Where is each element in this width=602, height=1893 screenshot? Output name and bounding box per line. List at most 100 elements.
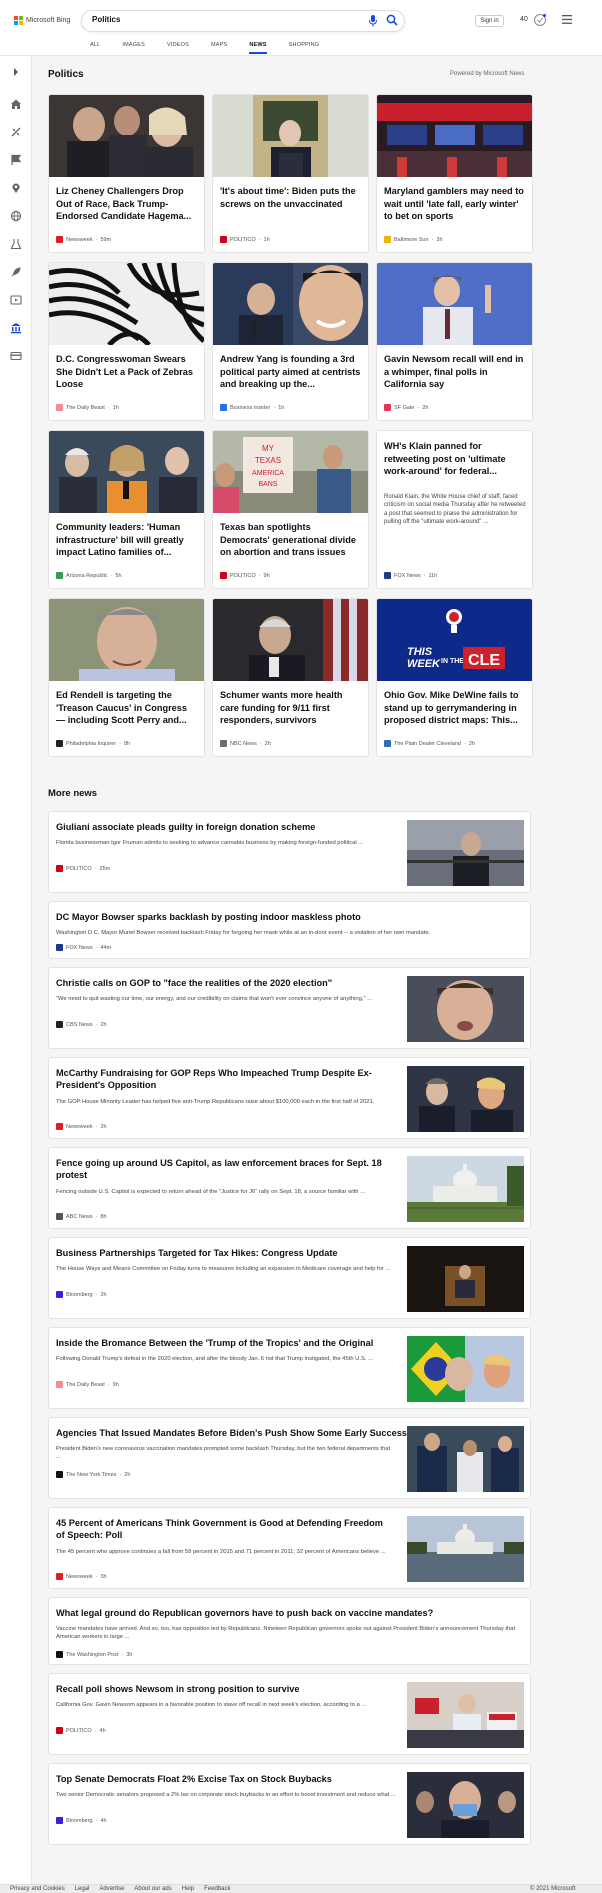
menu-icon[interactable]: [562, 15, 572, 24]
newsweek-logo-icon: [56, 236, 63, 243]
card-title[interactable]: Texas ban spotlights Democrats' generati…: [220, 521, 362, 559]
news-card[interactable]: Ed Rendell is targeting the 'Treason Cau…: [48, 598, 205, 757]
tab-shopping[interactable]: SHOPPING: [289, 42, 320, 56]
news-list-item[interactable]: Fence going up around US Capitol, as law…: [48, 1147, 531, 1229]
card-title[interactable]: Ohio Gov. Mike DeWine fails to stand up …: [384, 689, 526, 727]
card-title[interactable]: Liz Cheney Challengers Drop Out of Race,…: [56, 185, 198, 223]
news-source: Bloomberg · 2h: [56, 1291, 107, 1298]
location-icon[interactable]: [10, 182, 22, 194]
arizona-republic-logo-icon: [56, 572, 63, 579]
news-card[interactable]: Schumer wants more health care funding f…: [212, 598, 369, 757]
news-card[interactable]: THIS WEEK IN THE CLE Ohio Gov. Mike DeWi…: [376, 598, 533, 757]
card-source: Philadelphia Inquirer · 8h: [56, 740, 130, 747]
news-title[interactable]: Recall poll shows Newsom in strong posit…: [56, 1683, 300, 1695]
science-icon[interactable]: [10, 238, 22, 250]
news-card[interactable]: Gavin Newsom recall will end in a whimpe…: [376, 262, 533, 421]
news-title[interactable]: What legal ground do Republican governor…: [56, 1607, 433, 1619]
news-card[interactable]: Andrew Yang is founding a 3rd political …: [212, 262, 369, 421]
tab-all[interactable]: ALL: [90, 42, 100, 56]
tab-news[interactable]: NEWS: [249, 42, 267, 56]
card-source: Business Insider · 1h: [220, 404, 284, 411]
card-image: [213, 263, 368, 345]
footer-link-legal[interactable]: Legal: [75, 1886, 90, 1892]
rocket-icon[interactable]: [10, 266, 22, 278]
news-card[interactable]: Liz Cheney Challengers Drop Out of Race,…: [48, 94, 205, 253]
news-card[interactable]: Maryland gamblers may need to wait until…: [376, 94, 533, 253]
rewards-icon[interactable]: [533, 13, 547, 27]
news-list-item[interactable]: What legal ground do Republican governor…: [48, 1597, 531, 1665]
news-title[interactable]: 45 Percent of Americans Think Government…: [56, 1517, 386, 1541]
card-title[interactable]: Schumer wants more health care funding f…: [220, 689, 362, 727]
card-title[interactable]: 'It's about time': Biden puts the screws…: [220, 185, 362, 210]
news-title[interactable]: Agencies That Issued Mandates Before Bid…: [56, 1427, 407, 1439]
news-title[interactable]: DC Mayor Bowser sparks backlash by posti…: [56, 911, 361, 923]
abc-news-logo-icon: [56, 1213, 63, 1220]
card-icon[interactable]: [10, 350, 22, 362]
news-list-item[interactable]: Agencies That Issued Mandates Before Bid…: [48, 1417, 531, 1499]
news-list-item[interactable]: Giuliani associate pleads guilty in fore…: [48, 811, 531, 893]
card-title[interactable]: Ed Rendell is targeting the 'Treason Cau…: [56, 689, 198, 727]
bloomberg-logo-icon: [56, 1817, 63, 1824]
news-title[interactable]: Fence going up around US Capitol, as law…: [56, 1157, 386, 1181]
news-list-item[interactable]: Top Senate Democrats Float 2% Excise Tax…: [48, 1763, 531, 1845]
search-input[interactable]: [92, 15, 332, 24]
news-card[interactable]: D.C. Congresswoman Swears She Didn't Let…: [48, 262, 205, 421]
card-title[interactable]: Andrew Yang is founding a 3rd political …: [220, 353, 362, 391]
globe-icon[interactable]: [10, 210, 22, 222]
baltimore-sun-logo-icon: [384, 236, 391, 243]
footer-link-privacy[interactable]: Privacy and Cookies: [10, 1886, 65, 1892]
search-tabs: ALL IMAGES VIDEOS MAPS NEWS SHOPPING: [90, 42, 341, 56]
expand-rail-icon[interactable]: [10, 66, 22, 78]
news-card[interactable]: WH's Klain panned for retweeting post on…: [376, 430, 533, 589]
news-snippet: California Gov. Gavin Newsom appears in …: [56, 1702, 367, 1708]
sports-icon[interactable]: [10, 126, 22, 138]
news-title[interactable]: McCarthy Fundraising for GOP Reps Who Im…: [56, 1067, 376, 1091]
tab-videos[interactable]: VIDEOS: [167, 42, 189, 56]
search-icon[interactable]: [386, 14, 398, 26]
bing-logo[interactable]: Microsoft Bing: [14, 16, 70, 25]
footer-link-advertise[interactable]: Advertise: [99, 1886, 124, 1892]
news-title[interactable]: Inside the Bromance Between the 'Trump o…: [56, 1337, 373, 1349]
footer-link-about-ads[interactable]: About our ads: [134, 1886, 171, 1892]
footer-link-feedback[interactable]: Feedback: [204, 1886, 230, 1892]
news-image: [407, 820, 524, 886]
news-snippet: The 45 percent who approve continues a f…: [56, 1549, 386, 1555]
news-list-item[interactable]: Recall poll shows Newsom in strong posit…: [48, 1673, 531, 1755]
news-list-item[interactable]: 45 Percent of Americans Think Government…: [48, 1507, 531, 1589]
news-card[interactable]: Community leaders: 'Human infrastructure…: [48, 430, 205, 589]
search-box[interactable]: [81, 10, 405, 32]
flag-icon[interactable]: [10, 154, 22, 166]
card-image: [213, 599, 368, 681]
news-card[interactable]: 'It's about time': Biden puts the screws…: [212, 94, 369, 253]
rewards-points[interactable]: 40: [520, 16, 528, 23]
video-icon[interactable]: [10, 294, 22, 306]
bank-icon[interactable]: [10, 322, 22, 334]
news-snippet: Fencing outside U.S. Capitol is expected…: [56, 1189, 365, 1195]
news-list-item[interactable]: Inside the Bromance Between the 'Trump o…: [48, 1327, 531, 1409]
card-title[interactable]: Gavin Newsom recall will end in a whimpe…: [384, 353, 526, 391]
sign-in-button[interactable]: Sign in: [475, 15, 504, 27]
news-source: ABC News · 8h: [56, 1213, 107, 1220]
news-title[interactable]: Business Partnerships Targeted for Tax H…: [56, 1247, 338, 1259]
card-title[interactable]: Maryland gamblers may need to wait until…: [384, 185, 526, 223]
bloomberg-logo-icon: [56, 1291, 63, 1298]
news-title[interactable]: Giuliani associate pleads guilty in fore…: [56, 821, 315, 833]
news-list-item[interactable]: Christie calls on GOP to "face the reali…: [48, 967, 531, 1049]
card-title[interactable]: D.C. Congresswoman Swears She Didn't Let…: [56, 353, 198, 391]
tab-images[interactable]: IMAGES: [122, 42, 145, 56]
news-list-item[interactable]: Business Partnerships Targeted for Tax H…: [48, 1237, 531, 1319]
news-title[interactable]: Top Senate Democrats Float 2% Excise Tax…: [56, 1773, 332, 1785]
news-list-item[interactable]: DC Mayor Bowser sparks backlash by posti…: [48, 901, 531, 959]
news-title[interactable]: Christie calls on GOP to "face the reali…: [56, 977, 332, 989]
news-list-item[interactable]: McCarthy Fundraising for GOP Reps Who Im…: [48, 1057, 531, 1139]
home-icon[interactable]: [10, 98, 22, 110]
microphone-icon[interactable]: [368, 15, 378, 27]
news-card[interactable]: MY TEXAS AMERICA BANS Texas ban spotligh…: [212, 430, 369, 589]
card-image: [49, 431, 204, 513]
card-title[interactable]: Community leaders: 'Human infrastructure…: [56, 521, 198, 559]
card-title[interactable]: WH's Klain panned for retweeting post on…: [384, 440, 526, 478]
tab-maps[interactable]: MAPS: [211, 42, 227, 56]
news-image: [407, 1682, 524, 1748]
newsweek-logo-icon: [56, 1573, 63, 1580]
footer-link-help[interactable]: Help: [182, 1886, 194, 1892]
